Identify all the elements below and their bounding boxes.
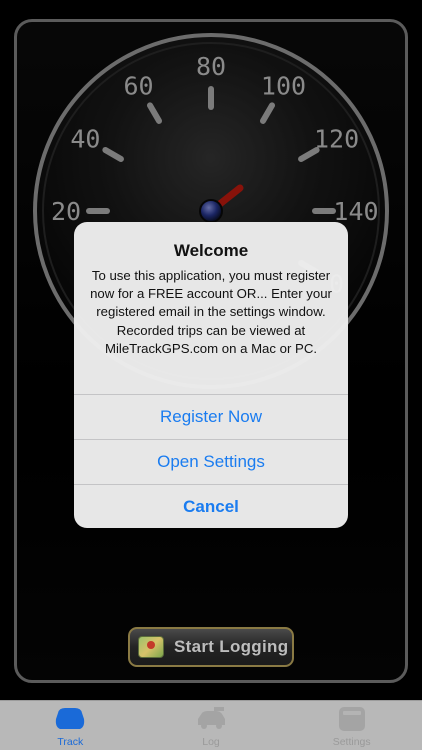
tab-log[interactable]: Log: [141, 701, 282, 750]
cancel-button[interactable]: Cancel: [74, 484, 348, 528]
tab-track[interactable]: Track: [0, 701, 141, 750]
open-settings-button[interactable]: Open Settings: [74, 439, 348, 484]
welcome-alert: Welcome To use this application, you mus…: [74, 222, 348, 528]
alert-title: Welcome: [173, 241, 249, 260]
tab-settings-label: Settings: [332, 736, 371, 748]
start-logging-button[interactable]: Start Logging: [128, 627, 294, 667]
tab-settings[interactable]: Settings: [281, 701, 422, 750]
alert-message: To use this application, you must regist…: [90, 268, 332, 356]
map-icon: [138, 636, 164, 658]
tab-log-label: Log: [202, 736, 220, 748]
tab-bar: Track Log Settings: [0, 700, 422, 750]
log-car-icon: [198, 707, 225, 729]
start-logging-label: Start Logging: [174, 637, 289, 656]
settings-icon: [338, 707, 365, 731]
tab-track-label: Track: [57, 736, 84, 748]
register-now-button[interactable]: Register Now: [74, 394, 348, 439]
car-icon: [56, 708, 85, 729]
